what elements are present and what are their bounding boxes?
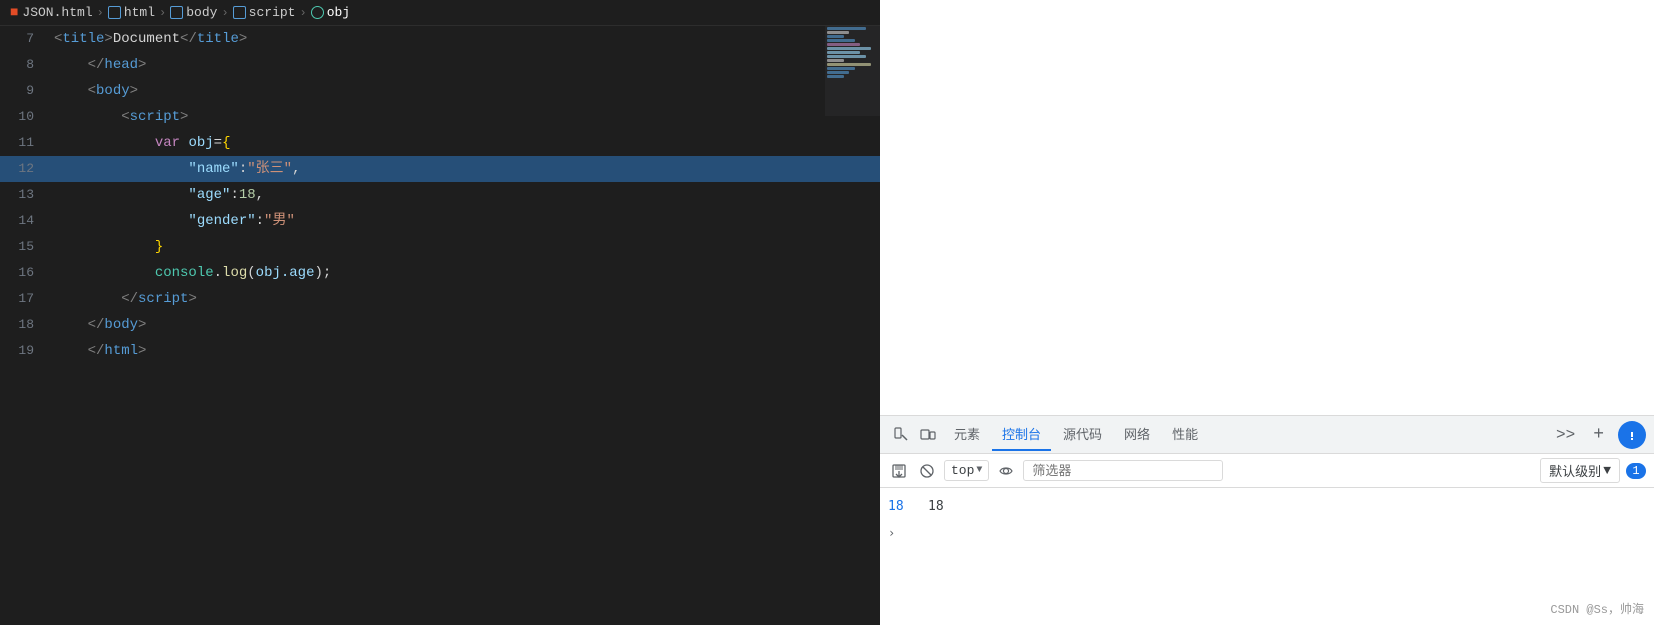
line-content-15: } xyxy=(50,234,880,260)
add-tab-button[interactable]: + xyxy=(1585,421,1612,449)
breadcrumb-obj: obj xyxy=(311,5,350,20)
html-icon xyxy=(108,6,121,19)
line-content-17: </script> xyxy=(50,286,880,312)
line-content-11: var obj={ xyxy=(50,130,880,156)
breadcrumb-sep-4: › xyxy=(299,6,306,20)
level-label: 默认级别 xyxy=(1549,461,1601,480)
line-num-9: 9 xyxy=(0,78,50,104)
tab-performance[interactable]: 性能 xyxy=(1162,418,1208,451)
inspect-icon[interactable] xyxy=(888,423,912,447)
console-line-number: 18 xyxy=(888,496,928,518)
browser-page xyxy=(880,0,1654,415)
tab-sources[interactable]: 源代码 xyxy=(1053,418,1112,451)
tab-network[interactable]: 网络 xyxy=(1114,418,1160,451)
tab-console[interactable]: 控制台 xyxy=(992,418,1051,451)
top-label: top xyxy=(951,463,974,478)
line-num-17: 17 xyxy=(0,286,50,312)
level-dropdown-arrow: ▼ xyxy=(1603,463,1611,478)
line-content-12: "name":"张三", xyxy=(50,156,880,182)
editor-panel: ■ JSON.html › html › body › script › obj xyxy=(0,0,880,625)
code-container: 7 <title>Document</title> 8 </head> 9 <b… xyxy=(0,26,880,625)
console-output-line: 18 18 xyxy=(880,494,1654,520)
script-box-icon xyxy=(233,6,246,19)
console-arrow-line: › xyxy=(880,520,1654,546)
line-num-14: 14 xyxy=(0,208,50,234)
breadcrumb: ■ JSON.html › html › body › script › obj xyxy=(0,0,880,26)
line-num-13: 13 xyxy=(0,182,50,208)
code-line-7: 7 <title>Document</title> xyxy=(0,26,880,52)
line-content-8: </head> xyxy=(50,52,880,78)
devtools-panel: 元素 控制台 源代码 网络 性能 >> + xyxy=(880,415,1654,625)
line-num-19: 19 xyxy=(0,338,50,364)
obj-icon xyxy=(311,6,324,19)
html5-icon: ■ xyxy=(10,5,18,21)
breadcrumb-sep-3: › xyxy=(221,6,228,20)
line-content-10: <script> xyxy=(50,104,880,130)
line-num-12: 12 xyxy=(0,156,50,182)
feedback-button[interactable] xyxy=(1618,421,1646,449)
top-context-selector[interactable]: top ▼ xyxy=(944,460,989,481)
line-num-11: 11 xyxy=(0,130,50,156)
code-line-16: 16 console.log(obj.age); xyxy=(0,260,880,286)
code-line-8: 8 </head> xyxy=(0,52,880,78)
editor-minimap xyxy=(825,26,880,116)
code-line-18: 18 </body> xyxy=(0,312,880,338)
code-line-14: 14 "gender":"男" xyxy=(0,208,880,234)
code-line-12: 12 "name":"张三", xyxy=(0,156,880,182)
devices-icon[interactable] xyxy=(916,423,940,447)
log-level-selector[interactable]: 默认级别 ▼ xyxy=(1540,458,1620,483)
code-line-19: 19 </html> xyxy=(0,338,880,364)
save-log-icon[interactable] xyxy=(888,460,910,482)
watermark: CSDN @Ss，帅海 xyxy=(1550,600,1644,617)
devtools-tab-bar: 元素 控制台 源代码 网络 性能 >> + xyxy=(880,416,1654,454)
console-expand-arrow[interactable]: › xyxy=(888,522,895,544)
line-content-7: <title>Document</title> xyxy=(50,26,880,52)
breadcrumb-html: html xyxy=(108,5,155,20)
breadcrumb-filename: JSON.html xyxy=(22,5,92,20)
code-line-13: 13 "age":18, xyxy=(0,182,880,208)
line-content-14: "gender":"男" xyxy=(50,208,880,234)
clear-console-icon[interactable] xyxy=(916,460,938,482)
code-line-17: 17 </script> xyxy=(0,286,880,312)
code-line-15: 15 } xyxy=(0,234,880,260)
line-num-15: 15 xyxy=(0,234,50,260)
breadcrumb-sep-1: › xyxy=(97,6,104,20)
top-dropdown-arrow: ▼ xyxy=(976,465,982,476)
code-line-10: 10 <script> xyxy=(0,104,880,130)
line-content-13: "age":18, xyxy=(50,182,880,208)
breadcrumb-script: script xyxy=(233,5,296,20)
more-tabs-button[interactable]: >> xyxy=(1548,422,1583,448)
devtools-toolbar: top ▼ 默认级别 ▼ 1 xyxy=(880,454,1654,488)
console-output: 18 18 › xyxy=(880,488,1654,625)
code-area[interactable]: 7 <title>Document</title> 8 </head> 9 <b… xyxy=(0,26,880,364)
code-line-9: 9 <body> xyxy=(0,78,880,104)
line-num-8: 8 xyxy=(0,52,50,78)
filter-input[interactable] xyxy=(1023,460,1223,481)
line-num-7: 7 xyxy=(0,26,50,52)
line-content-18: </body> xyxy=(50,312,880,338)
console-output-value: 18 xyxy=(928,496,944,518)
message-count-badge: 1 xyxy=(1626,463,1646,479)
line-content-16: console.log(obj.age); xyxy=(50,260,880,286)
line-num-16: 16 xyxy=(0,260,50,286)
tab-elements[interactable]: 元素 xyxy=(944,418,990,451)
breadcrumb-sep-2: › xyxy=(159,6,166,20)
line-content-9: <body> xyxy=(50,78,880,104)
browser-panel: 元素 控制台 源代码 网络 性能 >> + xyxy=(880,0,1654,625)
line-content-19: </html> xyxy=(50,338,880,364)
line-num-18: 18 xyxy=(0,312,50,338)
eye-icon[interactable] xyxy=(995,460,1017,482)
code-line-11: 11 var obj={ xyxy=(0,130,880,156)
body-icon xyxy=(170,6,183,19)
line-num-10: 10 xyxy=(0,104,50,130)
breadcrumb-body: body xyxy=(170,5,217,20)
